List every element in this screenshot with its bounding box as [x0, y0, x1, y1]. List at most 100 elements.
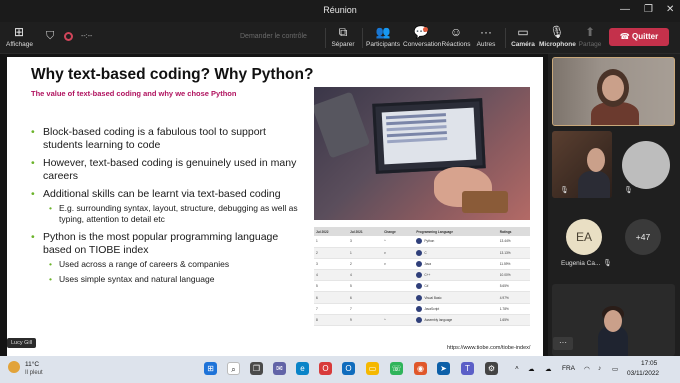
laptop-shape: [372, 98, 486, 174]
table-cell: v: [382, 247, 415, 259]
bullet-list: Block-based coding is a fabulous tool to…: [31, 126, 306, 289]
whatsapp-icon[interactable]: ☏: [390, 362, 403, 375]
table-cell: ^: [382, 236, 415, 248]
weather-temperature[interactable]: 11°C: [25, 361, 39, 368]
start-icon[interactable]: ⊞: [204, 362, 217, 375]
clock-time[interactable]: 17:05: [641, 360, 657, 367]
participant-face: [602, 75, 624, 101]
share-screen-icon: ⬆: [584, 25, 596, 39]
settings-icon[interactable]: ⚙: [485, 362, 498, 375]
bullet-item: Python is the most popular programming l…: [31, 231, 306, 257]
request-control-button[interactable]: Demander le contrôle: [240, 33, 307, 40]
maximize-button[interactable]: ❐: [644, 4, 653, 15]
office-icon[interactable]: O: [319, 362, 332, 375]
table-cell: [382, 303, 415, 315]
conversation-button[interactable]: 💬 Conversation: [403, 25, 441, 48]
language-logo-icon: [416, 249, 423, 256]
close-button[interactable]: ✕: [666, 4, 674, 15]
firefox-icon[interactable]: ◉: [414, 362, 427, 375]
table-row: 3 2 v Java 11.59%: [314, 258, 530, 271]
sub-bullet-item: Used across a range of careers & compani…: [31, 259, 306, 270]
battery-icon[interactable]: ▭: [612, 365, 618, 373]
table-row: 2 1 v C 13.13%: [314, 247, 530, 259]
table-header: Ratings: [497, 227, 530, 236]
overflow-participants-button[interactable]: +47: [625, 219, 661, 255]
cloud-icon[interactable]: ☁: [528, 365, 535, 373]
table-cell: C#: [414, 280, 498, 293]
slide-subtitle: The value of text-based coding and why w…: [31, 89, 237, 98]
table-header-row: Jul 2022 Jul 2021 Change Programming Lan…: [314, 227, 530, 236]
clock-date[interactable]: 03/11/2022: [627, 370, 659, 377]
language-logo-icon: [416, 283, 423, 290]
table-cell: 7: [348, 303, 383, 315]
participant-face: [587, 148, 605, 172]
table-cell: 7: [314, 303, 349, 315]
table-cell: 6: [314, 291, 349, 304]
participants-button[interactable]: 👥 Participants: [366, 25, 400, 48]
table-cell: 1.78%: [497, 303, 530, 315]
table-cell: 1: [314, 236, 349, 248]
onedrive-icon[interactable]: ☁: [545, 365, 552, 373]
table-cell: 1.65%: [497, 314, 530, 327]
reactions-button[interactable]: ☺ Réactions: [441, 25, 471, 48]
coding-photo: [314, 87, 530, 220]
teams-icon[interactable]: T: [461, 362, 474, 375]
participant-face: [604, 310, 622, 332]
participant-video-second[interactable]: 🎙: [552, 131, 612, 198]
shield-icon[interactable]: ⛉: [46, 30, 54, 43]
separate-button[interactable]: ⧉ Séparer: [330, 25, 356, 48]
language-name: Visual Basic: [424, 295, 442, 300]
language-name: JavaScript: [424, 306, 440, 311]
chat-icon: 💬: [413, 25, 429, 39]
file-explorer-icon[interactable]: ▭: [366, 362, 379, 375]
participant-avatar-initials[interactable]: EA: [566, 219, 602, 255]
table-row: 8 9 ^ Assembly language 1.65%: [314, 314, 530, 327]
table-row: 4 4 C++ 10.00%: [314, 269, 530, 282]
table-header: Change: [382, 227, 415, 236]
microphone-button[interactable]: 🎙 Microphone: [539, 25, 576, 48]
table-cell: 2: [314, 247, 349, 259]
toolbar-divider: [505, 28, 506, 48]
language-name: Java: [424, 261, 432, 266]
participant-avatar[interactable]: [622, 141, 670, 189]
search-icon[interactable]: ⌕: [227, 362, 240, 375]
more-options-button[interactable]: ···: [553, 337, 573, 350]
language-logo-icon: [416, 294, 423, 301]
weather-icon[interactable]: [8, 361, 20, 373]
table-cell: 10.00%: [497, 269, 530, 282]
more-actions-button[interactable]: ··· Autres: [474, 25, 498, 48]
table-cell: JavaScript: [414, 303, 498, 315]
speaker-icon[interactable]: ♪: [598, 365, 601, 372]
minimize-button[interactable]: —: [620, 4, 630, 15]
language-indicator[interactable]: FRA: [562, 365, 575, 372]
chat-icon[interactable]: ✉: [273, 362, 286, 375]
tablet-shape: [314, 91, 371, 159]
edge-icon[interactable]: e: [296, 362, 309, 375]
microphone-label: Microphone: [539, 41, 576, 48]
table-cell: 13.44%: [497, 236, 530, 248]
table-cell: v: [382, 258, 415, 271]
table-cell: 11.59%: [497, 258, 530, 271]
share-button[interactable]: ⬆ Partage: [577, 25, 603, 48]
display-button[interactable]: ⊞ Affichage: [6, 25, 33, 48]
camera-button[interactable]: ▭ Caméra: [510, 25, 536, 48]
task-view-icon[interactable]: ❐: [250, 362, 263, 375]
table-header: Jul 2021: [348, 227, 383, 236]
language-name: Assembly language: [424, 317, 453, 322]
table-cell: 5: [314, 280, 349, 293]
microphone-muted-icon: 🎙: [603, 260, 612, 267]
bullet-item: However, text-based coding is genuinely …: [31, 157, 306, 183]
leave-meeting-button[interactable]: ☎ Quitter: [609, 28, 669, 46]
tiobe-table: Jul 2022 Jul 2021 Change Programming Lan…: [314, 227, 530, 327]
outlook-icon[interactable]: O: [342, 362, 355, 375]
language-logo-icon: [416, 238, 423, 245]
participants-label: Participants: [366, 41, 400, 48]
wifi-icon[interactable]: ◠: [584, 365, 590, 373]
language-logo-icon: [416, 260, 423, 267]
weather-status[interactable]: Il pleut: [25, 370, 43, 376]
location-icon[interactable]: ➤: [437, 362, 450, 375]
participant-video-main[interactable]: [552, 57, 675, 126]
table-cell: 6: [348, 291, 383, 304]
others-label: Autres: [476, 41, 496, 48]
chevron-up-icon[interactable]: ˄: [515, 365, 519, 372]
